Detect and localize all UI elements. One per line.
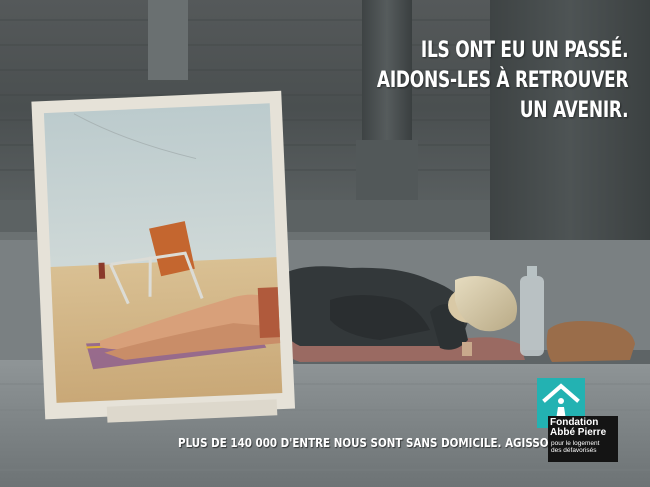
logo-sub-line-2: des défavorisés: [551, 447, 597, 454]
logo-name-line-2: Abbé Pierre: [550, 427, 607, 438]
advertisement-poster: ILS ONT EU UN PASSÉ. AIDONS-LES À RETROU…: [0, 0, 650, 487]
logo-name: Fondation Abbé Pierre: [550, 418, 606, 438]
headline-line-3: UN AVENIR.: [519, 98, 628, 123]
tagline: PLUS DE 140 000 D'ENTRE NOUS SONT SANS D…: [178, 436, 573, 450]
logo-sub-line-1: pour le logement: [551, 440, 600, 447]
logo-subtitle: pour le logement des défavorisés: [551, 440, 599, 454]
headline-line-2: AIDONS-LES À RETROUVER: [376, 68, 629, 93]
headline: ILS ONT EU UN PASSÉ. AIDONS-LES À RETROU…: [336, 36, 629, 126]
headline-line-1: ILS ONT EU UN PASSÉ.: [420, 38, 629, 63]
